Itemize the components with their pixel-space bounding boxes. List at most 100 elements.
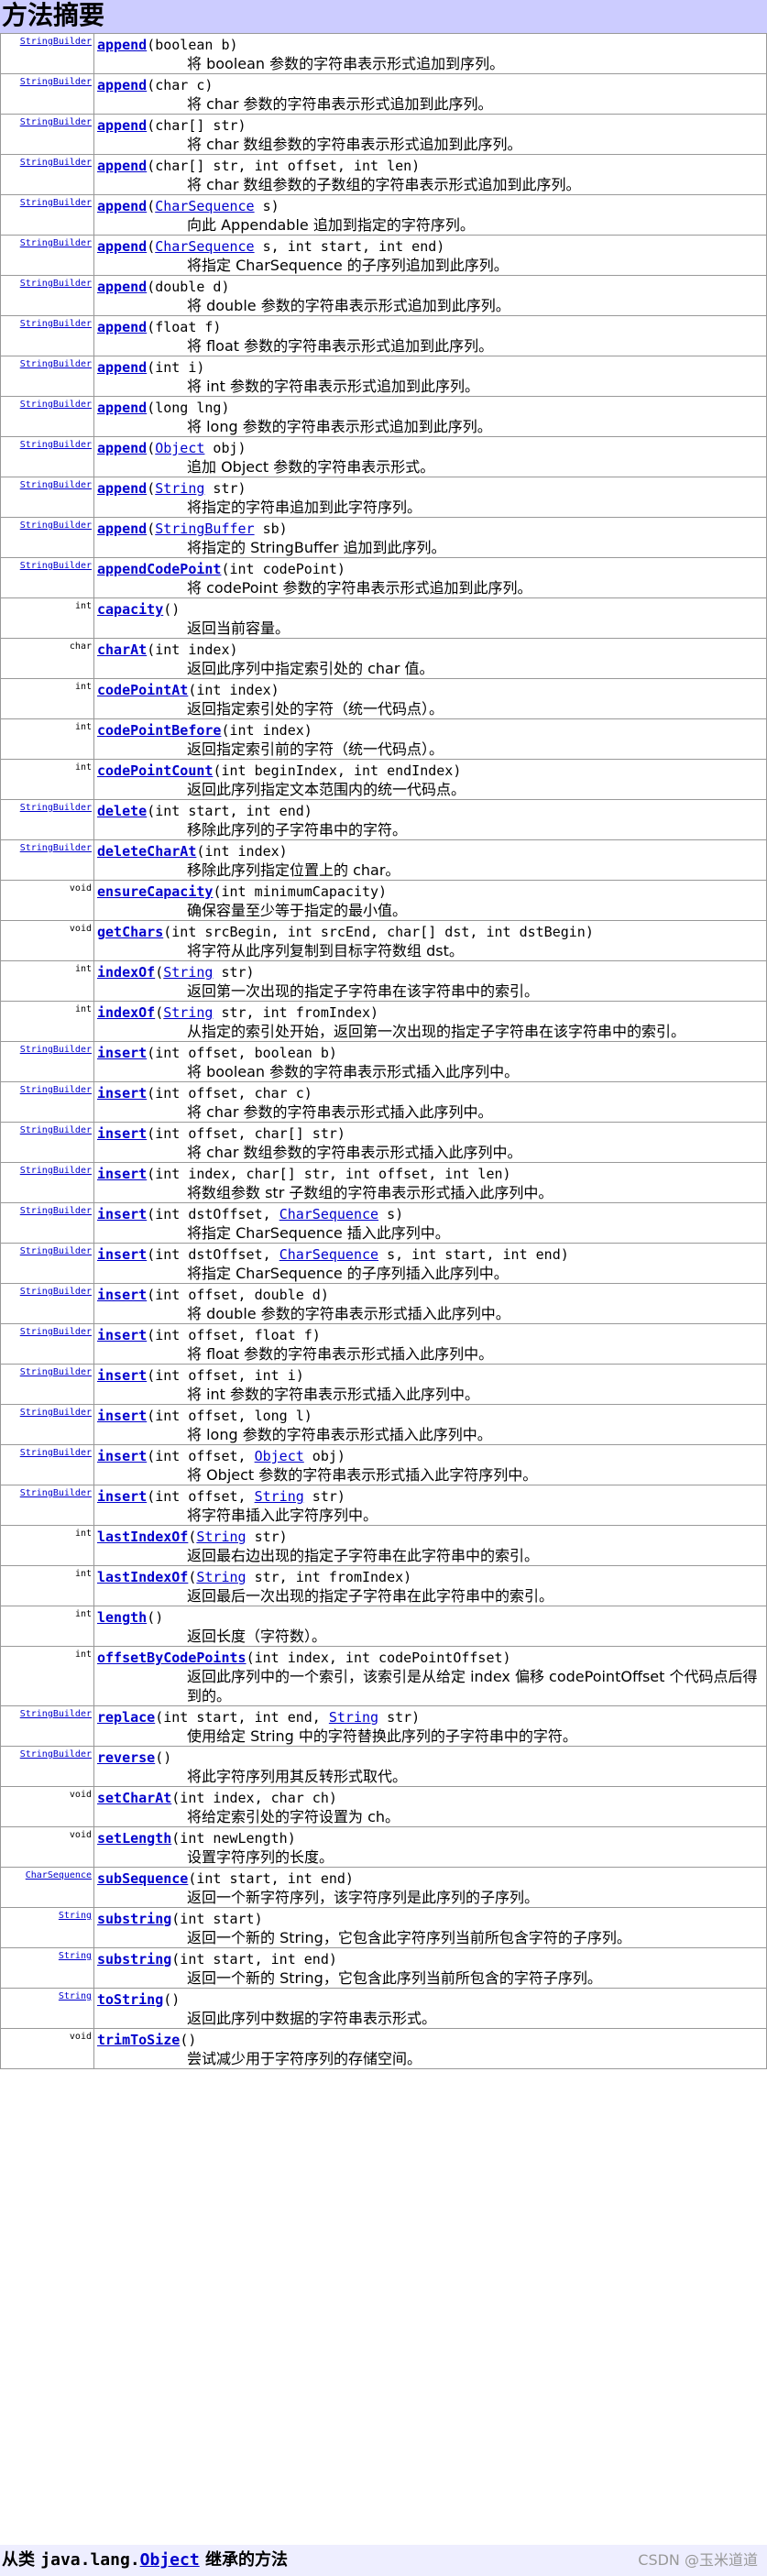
method-name-link[interactable]: codePointAt	[97, 682, 188, 698]
method-name-link[interactable]: append	[97, 400, 147, 416]
method-name-link[interactable]: codePointBefore	[97, 722, 221, 739]
method-name-link[interactable]: insert	[97, 1166, 147, 1182]
param-type-link[interactable]: CharSequence	[279, 1246, 378, 1263]
param-type-link[interactable]: String	[255, 1488, 304, 1505]
method-name-link[interactable]: append	[97, 480, 147, 497]
method-name-link[interactable]: append	[97, 319, 147, 335]
param-type-link[interactable]: String	[163, 964, 213, 981]
method-name-link[interactable]: append	[97, 158, 147, 174]
method-name-link[interactable]: indexOf	[97, 1004, 155, 1021]
method-name-link[interactable]: append	[97, 77, 147, 93]
method-name-link[interactable]: append	[97, 521, 147, 537]
method-name-link[interactable]: insert	[97, 1287, 147, 1303]
return-type[interactable]: StringBuilder	[20, 359, 92, 369]
return-type[interactable]: StringBuilder	[20, 279, 92, 289]
method-name-link[interactable]: insert	[97, 1408, 147, 1424]
method-name-link[interactable]: insert	[97, 1448, 147, 1464]
method-name-link[interactable]: insert	[97, 1367, 147, 1384]
method-name-link[interactable]: substring	[97, 1911, 171, 1927]
return-type[interactable]: StringBuilder	[20, 1166, 92, 1176]
method-name-link[interactable]: ensureCapacity	[97, 883, 213, 900]
method-name-link[interactable]: toString	[97, 1991, 163, 2008]
method-name-link[interactable]: append	[97, 238, 147, 255]
return-type[interactable]: StringBuilder	[20, 1709, 92, 1719]
return-type[interactable]: StringBuilder	[20, 77, 92, 87]
method-name-link[interactable]: capacity	[97, 601, 163, 618]
method-name-link[interactable]: offsetByCodePoints	[97, 1650, 247, 1666]
method-name-link[interactable]: codePointCount	[97, 762, 213, 779]
return-type[interactable]: String	[59, 1911, 92, 1921]
method-name-link[interactable]: length	[97, 1609, 147, 1626]
method-name-link[interactable]: append	[97, 37, 147, 53]
method-name-link[interactable]: insert	[97, 1085, 147, 1102]
method-name-link[interactable]: append	[97, 440, 147, 456]
return-type[interactable]: StringBuilder	[20, 158, 92, 168]
return-type[interactable]: StringBuilder	[20, 117, 92, 127]
method-name-link[interactable]: setCharAt	[97, 1790, 171, 1806]
param-type-link[interactable]: CharSequence	[155, 238, 254, 255]
method-name-link[interactable]: insert	[97, 1206, 147, 1222]
method-name-link[interactable]: append	[97, 198, 147, 214]
return-type[interactable]: StringBuilder	[20, 1448, 92, 1458]
method-name-link[interactable]: trimToSize	[97, 2032, 180, 2048]
return-type[interactable]: StringBuilder	[20, 1246, 92, 1256]
return-type[interactable]: StringBuilder	[20, 1206, 92, 1216]
return-type[interactable]: String	[59, 1991, 92, 2001]
return-type[interactable]: StringBuilder	[20, 521, 92, 531]
method-name-link[interactable]: append	[97, 117, 147, 134]
return-type[interactable]: CharSequence	[26, 1870, 92, 1880]
method-name-link[interactable]: append	[97, 279, 147, 295]
param-type-link[interactable]: String	[196, 1529, 246, 1545]
method-name-link[interactable]: insert	[97, 1327, 147, 1343]
return-type[interactable]: StringBuilder	[20, 803, 92, 813]
param-type-link[interactable]: StringBuffer	[155, 521, 254, 537]
return-type[interactable]: StringBuilder	[20, 1408, 92, 1418]
method-name-link[interactable]: lastIndexOf	[97, 1529, 188, 1545]
method-name-link[interactable]: replace	[97, 1709, 155, 1726]
param-type-link[interactable]: String	[163, 1004, 213, 1021]
return-type[interactable]: StringBuilder	[20, 1287, 92, 1297]
param-type-link[interactable]: Object	[155, 440, 204, 456]
param-type-link[interactable]: CharSequence	[155, 198, 254, 214]
method-name-link[interactable]: setLength	[97, 1830, 171, 1847]
param-type-link[interactable]: String	[196, 1569, 246, 1585]
method-name-link[interactable]: insert	[97, 1246, 147, 1263]
param-type-link[interactable]: CharSequence	[279, 1206, 378, 1222]
method-name-link[interactable]: append	[97, 359, 147, 376]
return-type[interactable]: StringBuilder	[20, 198, 92, 208]
return-type[interactable]: StringBuilder	[20, 1085, 92, 1095]
param-type-link[interactable]: String	[155, 480, 204, 497]
return-type[interactable]: StringBuilder	[20, 37, 92, 47]
method-name-link[interactable]: insert	[97, 1045, 147, 1061]
return-type[interactable]: StringBuilder	[20, 1488, 92, 1498]
method-name-link[interactable]: insert	[97, 1488, 147, 1505]
method-name-link[interactable]: appendCodePoint	[97, 561, 221, 577]
return-type[interactable]: StringBuilder	[20, 1749, 92, 1759]
return-type[interactable]: StringBuilder	[20, 480, 92, 490]
param-type-link[interactable]: String	[329, 1709, 378, 1726]
return-type[interactable]: StringBuilder	[20, 440, 92, 450]
return-type[interactable]: StringBuilder	[20, 319, 92, 329]
method-name-link[interactable]: getChars	[97, 924, 163, 940]
method-name-link[interactable]: indexOf	[97, 964, 155, 981]
return-type[interactable]: StringBuilder	[20, 400, 92, 410]
method-name-link[interactable]: delete	[97, 803, 147, 819]
method-name-link[interactable]: insert	[97, 1125, 147, 1142]
method-name-link[interactable]: charAt	[97, 641, 147, 658]
param-type-link[interactable]: Object	[255, 1448, 304, 1464]
return-type[interactable]: StringBuilder	[20, 561, 92, 571]
return-type[interactable]: StringBuilder	[20, 1367, 92, 1377]
method-cell: subSequence(int start, int end) 返回一个新字符序列…	[93, 1867, 767, 1908]
object-class-link[interactable]: Object	[140, 2550, 200, 2570]
method-name-link[interactable]: reverse	[97, 1749, 155, 1766]
return-type[interactable]: StringBuilder	[20, 238, 92, 248]
return-type[interactable]: StringBuilder	[20, 1045, 92, 1055]
method-name-link[interactable]: deleteCharAt	[97, 843, 196, 860]
return-type[interactable]: StringBuilder	[20, 843, 92, 853]
return-type[interactable]: String	[59, 1951, 92, 1961]
return-type[interactable]: StringBuilder	[20, 1327, 92, 1337]
method-name-link[interactable]: lastIndexOf	[97, 1569, 188, 1585]
return-type[interactable]: StringBuilder	[20, 1125, 92, 1135]
method-name-link[interactable]: subSequence	[97, 1870, 188, 1887]
method-name-link[interactable]: substring	[97, 1951, 171, 1968]
